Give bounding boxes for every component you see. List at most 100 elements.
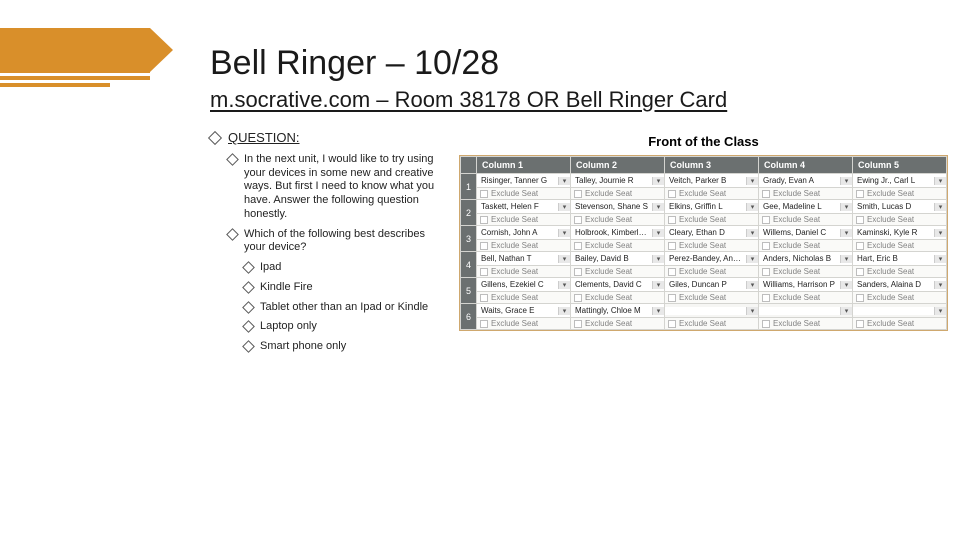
- page-subtitle: m.socrative.com – Room 38178 OR Bell Rin…: [210, 87, 936, 113]
- student-name[interactable]: Elkins, Griffin L: [665, 200, 746, 213]
- student-name[interactable]: Talley, Journie R: [571, 174, 652, 187]
- chevron-down-icon[interactable]: ▾: [652, 177, 664, 185]
- exclude-seat-checkbox[interactable]: [574, 216, 582, 224]
- chevron-down-icon[interactable]: ▾: [840, 203, 852, 211]
- student-name[interactable]: Taskett, Helen F: [477, 200, 558, 213]
- exclude-seat-checkbox[interactable]: [574, 190, 582, 198]
- chevron-down-icon[interactable]: ▾: [652, 307, 664, 315]
- student-name[interactable]: Gillens, Ezekiel C: [477, 278, 558, 291]
- page-title: Bell Ringer – 10/28: [210, 44, 936, 83]
- student-name[interactable]: Risinger, Tanner G: [477, 174, 558, 187]
- student-name[interactable]: Bailey, David B: [571, 252, 652, 265]
- exclude-seat-checkbox[interactable]: [480, 294, 488, 302]
- chevron-down-icon[interactable]: ▾: [840, 307, 852, 315]
- exclude-seat-checkbox[interactable]: [762, 216, 770, 224]
- chevron-down-icon[interactable]: ▾: [652, 203, 664, 211]
- exclude-seat-checkbox[interactable]: [856, 320, 864, 328]
- student-name[interactable]: Giles, Duncan P: [665, 278, 746, 291]
- student-name[interactable]: Williams, Harrison P: [759, 278, 840, 291]
- student-name[interactable]: Kaminski, Kyle R: [853, 226, 934, 239]
- chevron-down-icon[interactable]: ▾: [840, 229, 852, 237]
- chevron-down-icon[interactable]: ▾: [934, 281, 946, 289]
- chevron-down-icon[interactable]: ▾: [558, 281, 570, 289]
- exclude-seat-checkbox[interactable]: [574, 268, 582, 276]
- chevron-down-icon[interactable]: ▾: [558, 229, 570, 237]
- row-number: 2: [461, 200, 477, 226]
- student-name[interactable]: Sanders, Alaina D: [853, 278, 934, 291]
- student-name[interactable]: Ewing Jr., Carl L: [853, 174, 934, 187]
- exclude-seat-checkbox[interactable]: [574, 320, 582, 328]
- student-name[interactable]: Smith, Lucas D: [853, 200, 934, 213]
- exclude-seat-checkbox[interactable]: [480, 268, 488, 276]
- student-name[interactable]: [759, 309, 840, 313]
- student-name[interactable]: Cleary, Ethan D: [665, 226, 746, 239]
- chevron-down-icon[interactable]: ▾: [934, 307, 946, 315]
- student-name[interactable]: [665, 309, 746, 313]
- exclude-seat-checkbox[interactable]: [668, 320, 676, 328]
- exclude-seat-checkbox[interactable]: [574, 294, 582, 302]
- chevron-down-icon[interactable]: ▾: [652, 229, 664, 237]
- student-name[interactable]: Stevenson, Shane S: [571, 200, 652, 213]
- exclude-seat-checkbox[interactable]: [762, 294, 770, 302]
- exclude-seat-checkbox[interactable]: [856, 190, 864, 198]
- chevron-down-icon[interactable]: ▾: [934, 203, 946, 211]
- chevron-down-icon[interactable]: ▾: [558, 177, 570, 185]
- exclude-seat-checkbox[interactable]: [480, 216, 488, 224]
- student-name[interactable]: Cornish, John A: [477, 226, 558, 239]
- chevron-down-icon[interactable]: ▾: [652, 255, 664, 263]
- chevron-down-icon[interactable]: ▾: [934, 255, 946, 263]
- chevron-down-icon[interactable]: ▾: [840, 177, 852, 185]
- student-name[interactable]: Hart, Eric B: [853, 252, 934, 265]
- exclude-seat-checkbox[interactable]: [762, 190, 770, 198]
- exclude-seat-checkbox[interactable]: [856, 242, 864, 250]
- exclude-seat-checkbox[interactable]: [668, 216, 676, 224]
- chevron-down-icon[interactable]: ▾: [840, 255, 852, 263]
- exclude-seat-label: Exclude Seat: [773, 293, 820, 302]
- exclude-seat-checkbox[interactable]: [762, 320, 770, 328]
- student-name[interactable]: Willems, Daniel C: [759, 226, 840, 239]
- exclude-seat-checkbox[interactable]: [574, 242, 582, 250]
- choice-lead: Which of the following best describes yo…: [244, 228, 425, 254]
- chevron-down-icon[interactable]: ▾: [746, 203, 758, 211]
- chevron-down-icon[interactable]: ▾: [934, 229, 946, 237]
- student-name[interactable]: Bell, Nathan T: [477, 252, 558, 265]
- chevron-down-icon[interactable]: ▾: [746, 177, 758, 185]
- student-name[interactable]: [853, 309, 934, 313]
- student-name[interactable]: Mattingly, Chloe M: [571, 304, 652, 317]
- exclude-seat-checkbox[interactable]: [762, 242, 770, 250]
- chevron-down-icon[interactable]: ▾: [558, 307, 570, 315]
- exclude-seat-label: Exclude Seat: [867, 267, 914, 276]
- chevron-down-icon[interactable]: ▾: [652, 281, 664, 289]
- student-name[interactable]: Gee, Madeline L: [759, 200, 840, 213]
- student-name[interactable]: Veitch, Parker B: [665, 174, 746, 187]
- row-number: 5: [461, 278, 477, 304]
- exclude-seat-checkbox[interactable]: [762, 268, 770, 276]
- chevron-down-icon[interactable]: ▾: [746, 307, 758, 315]
- student-name[interactable]: Waits, Grace E: [477, 304, 558, 317]
- student-name[interactable]: Grady, Evan A: [759, 174, 840, 187]
- exclude-seat-checkbox[interactable]: [856, 216, 864, 224]
- chevron-down-icon[interactable]: ▾: [558, 255, 570, 263]
- student-name[interactable]: Anders, Nicholas B: [759, 252, 840, 265]
- student-name[interactable]: Perez-Bandey, Andy J: [665, 252, 746, 265]
- exclude-seat-checkbox[interactable]: [668, 268, 676, 276]
- chevron-down-icon[interactable]: ▾: [558, 203, 570, 211]
- chevron-down-icon[interactable]: ▾: [840, 281, 852, 289]
- chevron-down-icon[interactable]: ▾: [746, 255, 758, 263]
- chevron-down-icon[interactable]: ▾: [934, 177, 946, 185]
- seating-chart: Column 1Column 2Column 3Column 4Column 5…: [459, 155, 948, 331]
- student-name[interactable]: Clements, David C: [571, 278, 652, 291]
- exclude-seat-checkbox[interactable]: [856, 294, 864, 302]
- exclude-seat-checkbox[interactable]: [480, 190, 488, 198]
- exclude-seat-checkbox[interactable]: [480, 242, 488, 250]
- chevron-down-icon[interactable]: ▾: [746, 229, 758, 237]
- choice-list: IpadKindle FireTablet other than an Ipad…: [244, 261, 445, 354]
- exclude-seat-checkbox[interactable]: [480, 320, 488, 328]
- student-name[interactable]: Holbrook, Kimberly H: [571, 226, 652, 239]
- exclude-seat-checkbox[interactable]: [668, 294, 676, 302]
- exclude-seat-checkbox[interactable]: [856, 268, 864, 276]
- chevron-down-icon[interactable]: ▾: [746, 281, 758, 289]
- exclude-seat-checkbox[interactable]: [668, 242, 676, 250]
- exclude-seat-checkbox[interactable]: [668, 190, 676, 198]
- exclude-seat-label: Exclude Seat: [773, 215, 820, 224]
